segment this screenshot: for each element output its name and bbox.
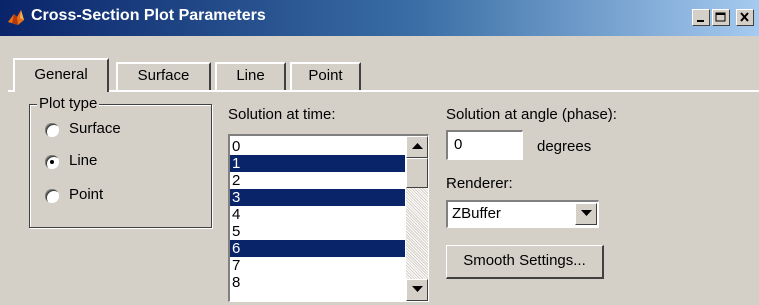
radio-selected-dot xyxy=(50,160,54,164)
list-item[interactable]: 6 xyxy=(230,240,405,257)
scroll-up-button[interactable] xyxy=(406,136,428,158)
list-item[interactable]: 7 xyxy=(230,257,405,274)
radio-label: Line xyxy=(69,152,98,169)
list-item[interactable]: 2 xyxy=(230,172,405,189)
solution-time-listbox[interactable]: 012345678 xyxy=(228,134,429,302)
radio-label: Surface xyxy=(69,120,121,137)
list-scrollbar[interactable] xyxy=(406,136,428,301)
window-title: Cross-Section Plot Parameters xyxy=(31,7,266,24)
dialog-window: Cross-Section Plot Parameters General Su… xyxy=(0,0,759,305)
arrow-down-icon xyxy=(412,286,423,292)
tab-point[interactable]: Point xyxy=(290,62,361,90)
chevron-down-icon xyxy=(581,210,592,216)
list-item[interactable]: 8 xyxy=(230,274,405,291)
renderer-value: ZBuffer xyxy=(452,205,501,222)
list-item[interactable]: 4 xyxy=(230,206,405,223)
scroll-thumb[interactable] xyxy=(406,158,428,188)
radio-label: Point xyxy=(69,186,104,203)
tab-line[interactable]: Line xyxy=(215,62,286,90)
angle-unit-label: degrees xyxy=(537,138,592,155)
arrow-up-icon xyxy=(412,143,423,149)
list-items: 012345678 xyxy=(230,138,405,291)
maximize-button[interactable] xyxy=(712,9,730,26)
minimize-icon xyxy=(697,20,704,22)
maximize-icon xyxy=(715,12,726,22)
tab-surface[interactable]: Surface xyxy=(116,62,211,90)
radio-button[interactable] xyxy=(45,189,59,203)
tab-panel-border xyxy=(8,90,759,92)
solution-time-label: Solution at time: xyxy=(228,106,336,123)
renderer-select[interactable]: ZBuffer xyxy=(446,200,599,228)
matlab-logo-icon xyxy=(8,10,24,25)
radio-button[interactable] xyxy=(45,123,59,137)
title-bar[interactable]: Cross-Section Plot Parameters xyxy=(0,0,759,36)
list-item[interactable]: 3 xyxy=(230,189,405,206)
renderer-dropdown-button[interactable] xyxy=(575,203,597,225)
plot-type-legend: Plot type xyxy=(37,95,100,112)
list-item[interactable]: 0 xyxy=(230,138,405,155)
minimize-button[interactable] xyxy=(692,9,710,26)
close-icon xyxy=(740,12,749,22)
tab-general[interactable]: General xyxy=(13,58,109,92)
list-item[interactable]: 5 xyxy=(230,223,405,240)
list-item[interactable]: 1 xyxy=(230,155,405,172)
close-button[interactable] xyxy=(736,9,754,26)
solution-angle-label: Solution at angle (phase): xyxy=(446,106,617,123)
smooth-settings-button[interactable]: Smooth Settings... xyxy=(446,245,604,279)
angle-input[interactable]: 0 xyxy=(446,130,523,160)
scroll-down-button[interactable] xyxy=(406,279,428,301)
renderer-label: Renderer: xyxy=(446,175,513,192)
radio-button[interactable] xyxy=(45,155,59,169)
